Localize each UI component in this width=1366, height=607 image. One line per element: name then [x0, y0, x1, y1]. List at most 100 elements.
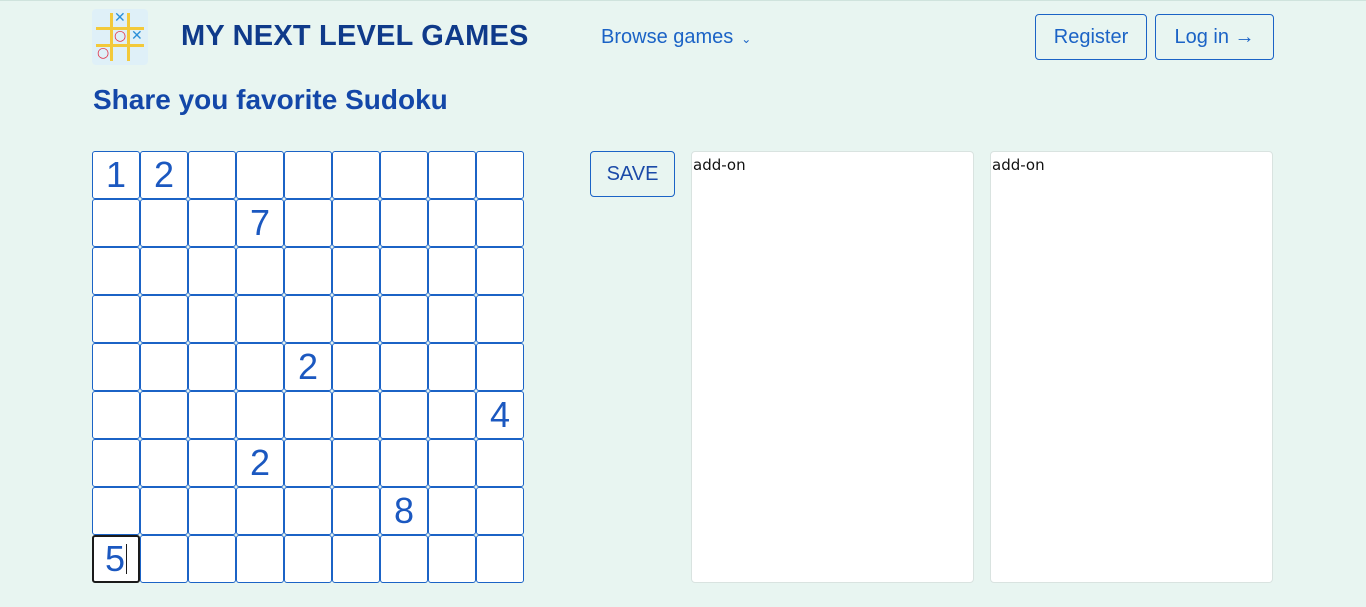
- sudoku-cell-r7c9[interactable]: [476, 439, 524, 487]
- sudoku-cell-r3c9[interactable]: [476, 247, 524, 295]
- sudoku-cell-r5c6[interactable]: [332, 343, 380, 391]
- sudoku-cell-r8c1[interactable]: [92, 487, 140, 535]
- save-button[interactable]: SAVE: [590, 151, 675, 197]
- sudoku-cell-r6c2[interactable]: [140, 391, 188, 439]
- page-title: Share you favorite Sudoku: [93, 84, 448, 115]
- sudoku-cell-r6c6[interactable]: [332, 391, 380, 439]
- sudoku-cell-r8c7[interactable]: 8: [380, 487, 428, 535]
- cell-value: 5: [104, 538, 126, 579]
- addon-label: add-on: [992, 156, 1045, 174]
- sudoku-cell-r8c6[interactable]: [332, 487, 380, 535]
- sudoku-cell-r4c2[interactable]: [140, 295, 188, 343]
- sudoku-cell-r2c6[interactable]: [332, 199, 380, 247]
- sudoku-cell-r5c2[interactable]: [140, 343, 188, 391]
- sudoku-cell-r9c1[interactable]: 5: [92, 535, 140, 583]
- sudoku-cell-r4c7[interactable]: [380, 295, 428, 343]
- browse-games-label: Browse games: [601, 26, 734, 48]
- sudoku-cell-r9c5[interactable]: [284, 535, 332, 583]
- sudoku-cell-r3c7[interactable]: [380, 247, 428, 295]
- sudoku-cell-r1c9[interactable]: [476, 151, 524, 199]
- sudoku-cell-r2c2[interactable]: [140, 199, 188, 247]
- sudoku-cell-r3c1[interactable]: [92, 247, 140, 295]
- chevron-down-icon: ⌄: [741, 31, 752, 46]
- sudoku-cell-r9c6[interactable]: [332, 535, 380, 583]
- sudoku-cell-r1c7[interactable]: [380, 151, 428, 199]
- sudoku-cell-r6c9[interactable]: 4: [476, 391, 524, 439]
- login-button[interactable]: Log in →: [1155, 14, 1274, 60]
- sudoku-cell-r4c6[interactable]: [332, 295, 380, 343]
- sudoku-cell-r4c5[interactable]: [284, 295, 332, 343]
- sudoku-cell-r5c5[interactable]: 2: [284, 343, 332, 391]
- sudoku-cell-r4c9[interactable]: [476, 295, 524, 343]
- sudoku-cell-r3c4[interactable]: [236, 247, 284, 295]
- sudoku-cell-r1c4[interactable]: [236, 151, 284, 199]
- sudoku-cell-r6c3[interactable]: [188, 391, 236, 439]
- register-button[interactable]: Register: [1035, 14, 1147, 60]
- sudoku-cell-r3c8[interactable]: [428, 247, 476, 295]
- sudoku-cell-r8c4[interactable]: [236, 487, 284, 535]
- cell-value: 1: [105, 154, 127, 195]
- sudoku-cell-r5c1[interactable]: [92, 343, 140, 391]
- sudoku-cell-r7c8[interactable]: [428, 439, 476, 487]
- cell-value: 2: [153, 154, 175, 195]
- sudoku-cell-r6c1[interactable]: [92, 391, 140, 439]
- tic-tac-toe-logo-icon[interactable]: ✕ ○ ✕ ○: [92, 9, 148, 65]
- sudoku-cell-r7c5[interactable]: [284, 439, 332, 487]
- sudoku-cell-r6c8[interactable]: [428, 391, 476, 439]
- sudoku-cell-r6c4[interactable]: [236, 391, 284, 439]
- sudoku-cell-r4c1[interactable]: [92, 295, 140, 343]
- sudoku-cell-r5c3[interactable]: [188, 343, 236, 391]
- sudoku-cell-r3c6[interactable]: [332, 247, 380, 295]
- sudoku-cell-r8c3[interactable]: [188, 487, 236, 535]
- sudoku-cell-r9c4[interactable]: [236, 535, 284, 583]
- sudoku-cell-r1c3[interactable]: [188, 151, 236, 199]
- sudoku-cell-r5c9[interactable]: [476, 343, 524, 391]
- sudoku-cell-r8c9[interactable]: [476, 487, 524, 535]
- sudoku-cell-r6c7[interactable]: [380, 391, 428, 439]
- sudoku-cell-r7c7[interactable]: [380, 439, 428, 487]
- sudoku-cell-r1c2[interactable]: 2: [140, 151, 188, 199]
- sudoku-cell-r9c7[interactable]: [380, 535, 428, 583]
- sudoku-cell-r8c2[interactable]: [140, 487, 188, 535]
- cell-value: 8: [393, 490, 415, 531]
- sudoku-cell-r3c3[interactable]: [188, 247, 236, 295]
- sudoku-cell-r2c4[interactable]: 7: [236, 199, 284, 247]
- sudoku-cell-r5c7[interactable]: [380, 343, 428, 391]
- sudoku-cell-r2c1[interactable]: [92, 199, 140, 247]
- sudoku-cell-r6c5[interactable]: [284, 391, 332, 439]
- sudoku-cell-r7c3[interactable]: [188, 439, 236, 487]
- sudoku-cell-r9c2[interactable]: [140, 535, 188, 583]
- sudoku-cell-r2c9[interactable]: [476, 199, 524, 247]
- sudoku-cell-r2c7[interactable]: [380, 199, 428, 247]
- sudoku-cell-r8c5[interactable]: [284, 487, 332, 535]
- sudoku-cell-r1c8[interactable]: [428, 151, 476, 199]
- sudoku-cell-r7c1[interactable]: [92, 439, 140, 487]
- sudoku-cell-r7c4[interactable]: 2: [236, 439, 284, 487]
- cell-value: 2: [249, 442, 271, 483]
- sudoku-cell-r2c3[interactable]: [188, 199, 236, 247]
- sudoku-cell-r1c5[interactable]: [284, 151, 332, 199]
- sudoku-cell-r4c4[interactable]: [236, 295, 284, 343]
- brand-title[interactable]: MY NEXT LEVEL GAMES: [181, 20, 529, 53]
- sudoku-cell-r7c2[interactable]: [140, 439, 188, 487]
- browse-games-dropdown[interactable]: Browse games ⌄: [601, 26, 751, 49]
- cell-value: 4: [489, 394, 511, 435]
- sudoku-cell-r9c8[interactable]: [428, 535, 476, 583]
- sudoku-cell-r7c6[interactable]: [332, 439, 380, 487]
- sudoku-cell-r1c1[interactable]: 1: [92, 151, 140, 199]
- sudoku-cell-r4c3[interactable]: [188, 295, 236, 343]
- sudoku-cell-r4c8[interactable]: [428, 295, 476, 343]
- cell-value: 7: [249, 202, 271, 243]
- sudoku-cell-r5c8[interactable]: [428, 343, 476, 391]
- addon-panel-1[interactable]: add-on: [691, 151, 974, 583]
- sudoku-cell-r2c8[interactable]: [428, 199, 476, 247]
- addon-panel-2[interactable]: add-on: [990, 151, 1273, 583]
- sudoku-cell-r2c5[interactable]: [284, 199, 332, 247]
- sudoku-cell-r5c4[interactable]: [236, 343, 284, 391]
- sudoku-cell-r8c8[interactable]: [428, 487, 476, 535]
- sudoku-cell-r3c2[interactable]: [140, 247, 188, 295]
- sudoku-cell-r1c6[interactable]: [332, 151, 380, 199]
- sudoku-cell-r9c9[interactable]: [476, 535, 524, 583]
- sudoku-cell-r3c5[interactable]: [284, 247, 332, 295]
- sudoku-cell-r9c3[interactable]: [188, 535, 236, 583]
